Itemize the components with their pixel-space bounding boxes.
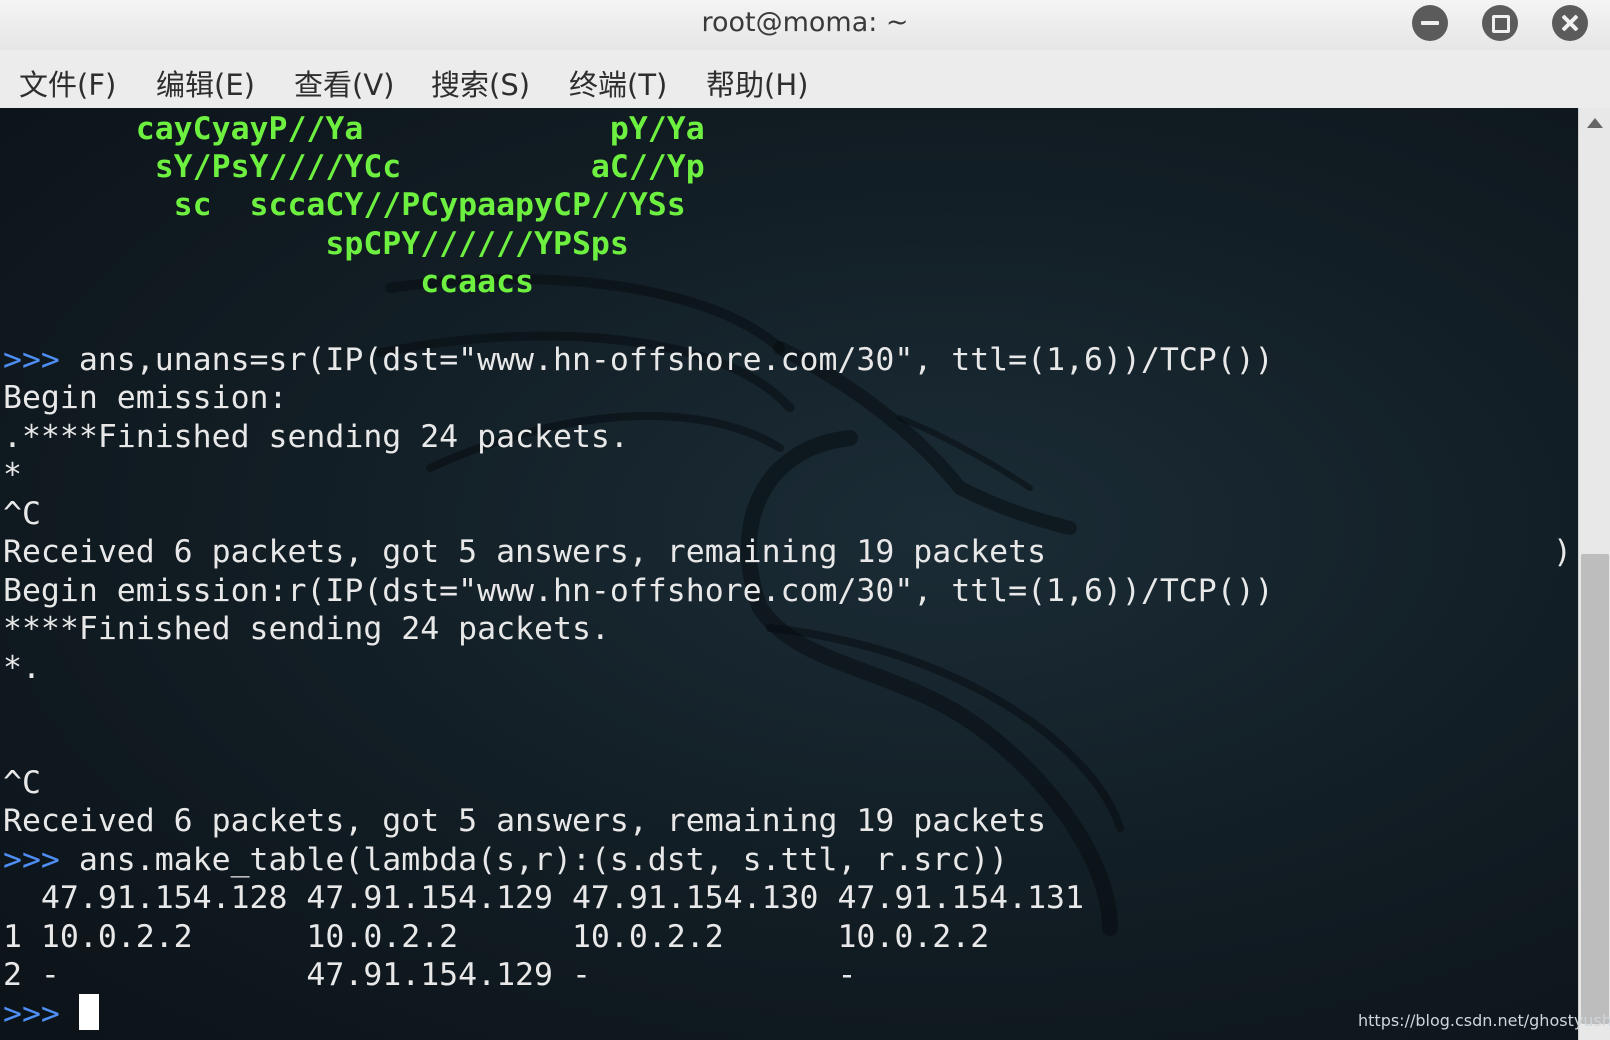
ascii-art-line: sc sccaCY//PCypaapyCP//YSs [3, 187, 686, 223]
command-line: >>> ans.make_table(lambda(s,r):(s.dst, s… [3, 841, 1008, 879]
output-line: Begin emission:r(IP(dst="www.hn-offshore… [3, 573, 1274, 609]
ascii-art-line: cayCyayP//Ya pY/Ya [3, 111, 705, 147]
menu-edit[interactable]: 编辑(E) [156, 62, 255, 104]
ascii-art-line: spCPY//////YPSps [3, 226, 629, 262]
terminal-window: root@moma: ~ 文件(F) 编辑(E) 查看(V) 搜索(S) 终端(… [0, 0, 1610, 1040]
prompt-symbol: >>> [3, 342, 60, 378]
menu-search[interactable]: 搜索(S) [431, 62, 530, 104]
prompt-symbol: >>> [3, 996, 60, 1032]
title-bar[interactable]: root@moma: ~ [0, 0, 1610, 50]
scroll-up-arrow-icon[interactable] [1587, 118, 1603, 128]
ascii-art-line: sY/PsY////YCc aC//Yp [3, 149, 705, 185]
ascii-art-line: ccaacs [3, 264, 535, 300]
output-line: ****Finished sending 24 packets. [3, 611, 610, 647]
output-line: * [3, 457, 22, 493]
menu-terminal[interactable]: 终端(T) [569, 62, 667, 104]
table-row: 2 - 47.91.154.129 - - [3, 957, 857, 993]
window-title: root@moma: ~ [701, 7, 909, 38]
watermark-text: https://blog.csdn.net/ghostyusheng [1358, 1011, 1610, 1030]
scroll-thumb[interactable] [1581, 554, 1609, 1024]
table-header-row: 47.91.154.128 47.91.154.129 47.91.154.13… [3, 880, 1084, 916]
output-line: Received 6 packets, got 5 answers, remai… [3, 803, 1047, 839]
close-icon[interactable] [1552, 5, 1588, 41]
minimize-icon[interactable] [1412, 5, 1448, 41]
table-row: 1 10.0.2.2 10.0.2.2 10.0.2.2 10.0.2.2 [3, 919, 990, 955]
maximize-icon[interactable] [1482, 5, 1518, 41]
stray-char: ) [1553, 534, 1572, 570]
menu-file[interactable]: 文件(F) [19, 62, 116, 104]
command-line: >>> ans,unans=sr(IP(dst="www.hn-offshore… [3, 341, 1274, 379]
output-line: ^C [3, 765, 41, 801]
output-line: .****Finished sending 24 packets. [3, 419, 629, 455]
vertical-scrollbar[interactable] [1578, 108, 1610, 1040]
output-line: Received 6 packets, got 5 answers, remai… [3, 534, 1047, 570]
input-line[interactable]: >>> [3, 994, 99, 1032]
text-cursor [78, 994, 99, 1030]
output-line: *. [3, 650, 41, 686]
command-text: ans.make_table(lambda(s,r):(s.dst, s.ttl… [59, 842, 1009, 878]
prompt-symbol: >>> [3, 842, 60, 878]
output-line: ^C [3, 496, 41, 532]
output-line: Begin emission: [3, 380, 288, 416]
menu-bar: 文件(F) 编辑(E) 查看(V) 搜索(S) 终端(T) 帮助(H) [0, 50, 1610, 109]
menu-view[interactable]: 查看(V) [294, 62, 394, 104]
terminal-area[interactable]: cayCyayP//Ya pY/Ya sY/PsY////YCc aC//Yp … [0, 108, 1578, 1040]
command-text: ans,unans=sr(IP(dst="www.hn-offshore.com… [59, 342, 1274, 378]
menu-help[interactable]: 帮助(H) [706, 62, 808, 104]
